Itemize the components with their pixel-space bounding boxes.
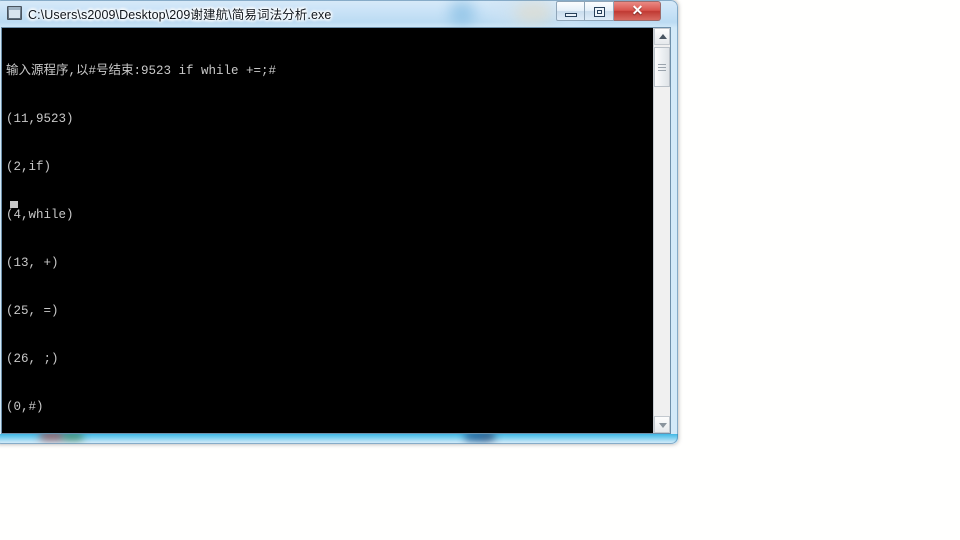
minimize-button[interactable] xyxy=(556,1,585,21)
console-line: (4,while) xyxy=(6,208,74,222)
console-line: (11,9523) xyxy=(6,112,74,126)
console-output[interactable]: 输入源程序,以#号结束:9523 if while +=;# (11,9523)… xyxy=(2,28,653,433)
scroll-down-button[interactable] xyxy=(654,416,670,433)
window-controls: ✕ xyxy=(556,1,661,22)
console-line: (2,if) xyxy=(6,160,52,174)
desktop-background: C:\Users\s2009\Desktop\209谢建航\简易词法分析.exe… xyxy=(0,0,960,540)
scrollbar-grip-line xyxy=(658,64,666,65)
maximize-button[interactable] xyxy=(585,1,614,21)
scrollbar-grip-line xyxy=(658,70,666,71)
window-title-text: C:\Users\s2009\Desktop\209谢建航\简易词法分析.exe xyxy=(28,8,332,22)
minimize-icon xyxy=(565,13,577,17)
console-line: (25, =) xyxy=(6,304,59,318)
window-bottom-frame xyxy=(0,434,678,444)
scroll-up-arrow-icon xyxy=(659,34,667,39)
scroll-down-arrow-icon xyxy=(659,423,667,428)
scrollbar-thumb[interactable] xyxy=(654,47,670,87)
console-scrollbar[interactable] xyxy=(653,28,670,433)
window-title-bar[interactable]: C:\Users\s2009\Desktop\209谢建航\简易词法分析.exe… xyxy=(0,0,678,27)
frame-blur-2 xyxy=(62,434,84,440)
console-line: 输入源程序,以#号结束:9523 if while +=;# xyxy=(6,64,277,78)
console-line: (13, +) xyxy=(6,256,59,270)
close-icon: ✕ xyxy=(631,4,644,19)
scroll-up-button[interactable] xyxy=(654,28,670,45)
console-line: (0,#) xyxy=(6,400,44,414)
close-button[interactable]: ✕ xyxy=(614,1,661,21)
frame-blur-4 xyxy=(482,434,496,440)
console-line: (26, ;) xyxy=(6,352,59,366)
console-caret xyxy=(10,201,18,208)
console-client-area: 输入源程序,以#号结束:9523 if while +=;# (11,9523)… xyxy=(1,27,671,434)
scrollbar-grip-line xyxy=(658,67,666,68)
console-window: C:\Users\s2009\Desktop\209谢建航\简易词法分析.exe… xyxy=(0,0,678,444)
maximize-icon xyxy=(594,7,605,17)
console-app-icon xyxy=(7,6,22,20)
